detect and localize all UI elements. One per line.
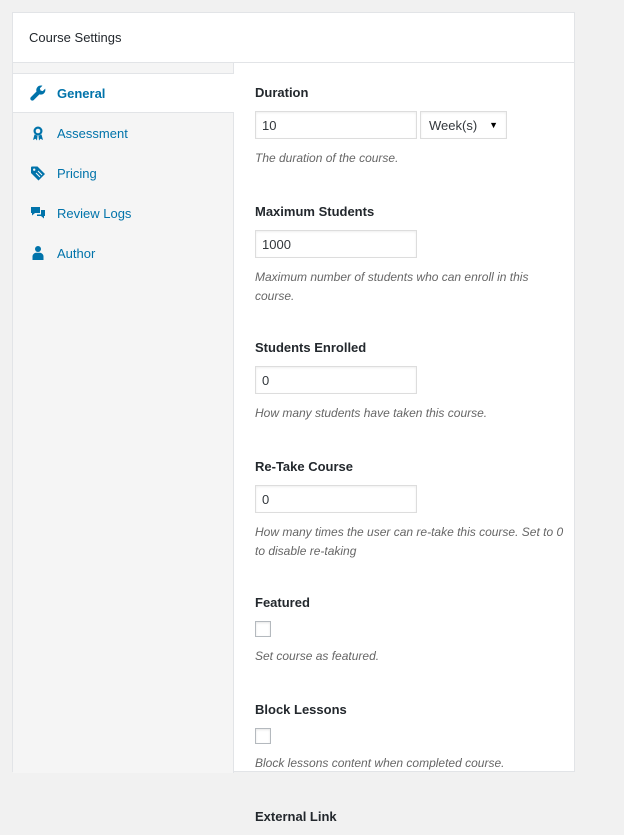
- featured-field: Featured Set course as featured.: [255, 583, 565, 666]
- external-link-field: External Link: [255, 797, 565, 835]
- tab-assessment[interactable]: Assessment: [13, 113, 233, 153]
- block-lessons-checkbox[interactable]: [255, 728, 271, 744]
- tag-icon: [29, 164, 47, 182]
- featured-checkbox[interactable]: [255, 621, 271, 637]
- tab-author[interactable]: Author: [13, 233, 233, 273]
- panel-title: Course Settings: [29, 30, 122, 45]
- block-lessons-field: Block Lessons Block lessons content when…: [255, 690, 565, 773]
- general-settings: Duration Week(s) ▼ The duration of the c…: [255, 73, 565, 835]
- retake-label: Re-Take Course: [255, 458, 354, 474]
- tab-general[interactable]: General: [13, 73, 234, 113]
- students-enrolled-input[interactable]: [255, 366, 417, 394]
- retake-field: Re-Take Course How many times the user c…: [255, 447, 565, 561]
- retake-description: How many times the user can re-take this…: [255, 525, 564, 558]
- duration-label: Duration: [255, 84, 309, 100]
- wrench-icon: [29, 84, 47, 102]
- user-icon: [29, 244, 47, 262]
- max-students-label: Maximum Students: [255, 203, 375, 219]
- duration-unit-select[interactable]: Week(s) ▼: [420, 111, 507, 139]
- max-students-field: Maximum Students Maximum number of stude…: [255, 192, 565, 306]
- duration-unit-value: Week(s): [429, 117, 478, 133]
- tab-pricing-label: Pricing: [57, 165, 97, 181]
- tab-review-logs[interactable]: Review Logs: [13, 193, 233, 233]
- duration-input[interactable]: [255, 111, 417, 139]
- tab-assessment-label: Assessment: [57, 125, 128, 141]
- duration-description: The duration of the course.: [255, 151, 399, 165]
- max-students-description: Maximum number of students who can enrol…: [255, 270, 529, 303]
- students-enrolled-label: Students Enrolled: [255, 339, 367, 355]
- retake-input[interactable]: [255, 485, 417, 513]
- featured-description: Set course as featured.: [255, 649, 380, 663]
- students-enrolled-field: Students Enrolled How many students have…: [255, 328, 565, 423]
- tab-pricing[interactable]: Pricing: [13, 153, 233, 193]
- tab-author-label: Author: [57, 245, 96, 261]
- tab-general-label: General: [57, 85, 106, 101]
- tab-review-logs-label: Review Logs: [57, 205, 132, 221]
- dropdown-arrow-icon: ▼: [489, 120, 498, 130]
- course-settings-panel: Course Settings General Assessment Prici…: [12, 12, 575, 824]
- duration-field: Duration Week(s) ▼ The duration of the c…: [255, 73, 565, 168]
- block-lessons-description: Block lessons content when completed cou…: [255, 756, 505, 770]
- students-enrolled-description: How many students have taken this course…: [255, 406, 488, 420]
- award-icon: [29, 124, 47, 142]
- panel-header: Course Settings: [13, 13, 574, 63]
- featured-label: Featured: [255, 594, 310, 610]
- max-students-input[interactable]: [255, 230, 417, 258]
- comments-icon: [29, 204, 47, 222]
- settings-tabs: General Assessment Pricing Review Logs A…: [13, 63, 234, 773]
- block-lessons-label: Block Lessons: [255, 701, 347, 717]
- external-link-label: External Link: [255, 808, 337, 824]
